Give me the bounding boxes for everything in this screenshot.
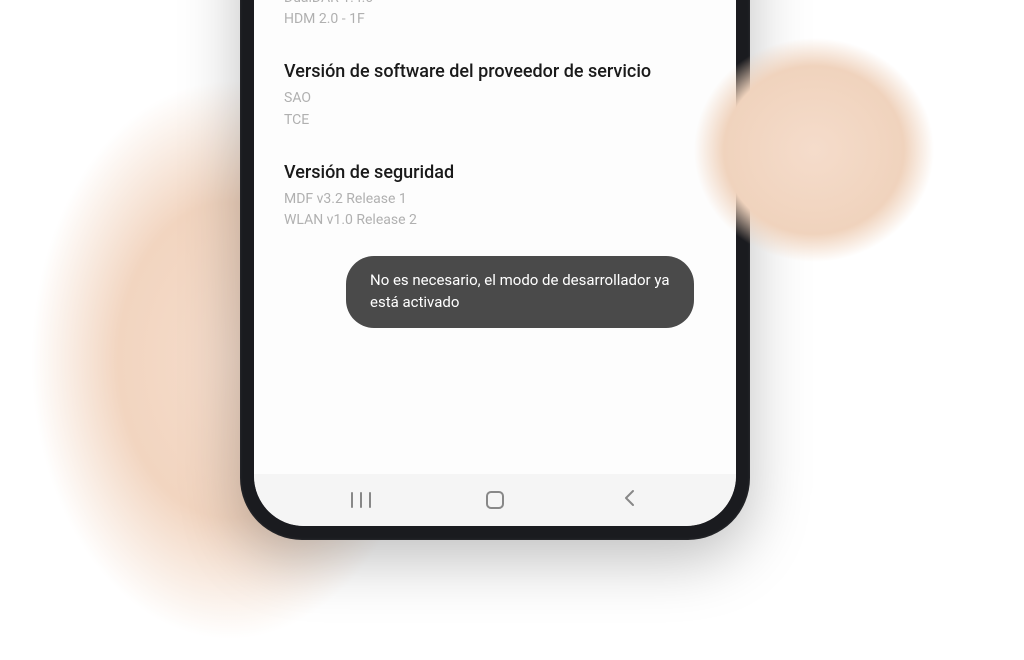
phone-frame: Wed Feb 16 07:12:23 2022 Versión de Knox… — [240, 0, 750, 540]
toast-text: No es necesario, el modo de desarrollado… — [370, 271, 670, 311]
thumb-illustration — [674, 20, 954, 280]
phone-screen: Wed Feb 16 07:12:23 2022 Versión de Knox… — [254, 0, 736, 526]
settings-content[interactable]: Wed Feb 16 07:12:23 2022 Versión de Knox… — [254, 0, 736, 474]
home-icon — [486, 491, 504, 509]
provider-title: Versión de software del proveedor de ser… — [284, 61, 706, 82]
security-version-section[interactable]: Versión de seguridad MDF v3.2 Release 1 … — [284, 162, 706, 232]
knox-line: DualDAR 1.4.0 — [284, 0, 706, 9]
recents-icon — [351, 492, 371, 508]
security-title: Versión de seguridad — [284, 162, 706, 183]
back-button[interactable] — [599, 486, 659, 514]
toast-notification: No es necesario, el modo de desarrollado… — [346, 256, 694, 328]
knox-line: HDM 2.0 - 1F — [284, 9, 706, 31]
navigation-bar — [254, 474, 736, 526]
back-icon — [622, 488, 636, 512]
provider-line: SAO — [284, 88, 706, 110]
security-line: MDF v3.2 Release 1 — [284, 189, 706, 211]
security-line: WLAN v1.0 Release 2 — [284, 210, 706, 232]
recents-button[interactable] — [331, 486, 391, 514]
provider-line: TCE — [284, 110, 706, 132]
home-button[interactable] — [465, 486, 525, 514]
knox-version-section[interactable]: Versión de Knox Knox 3.8 Knox API level … — [284, 0, 706, 31]
provider-version-section[interactable]: Versión de software del proveedor de ser… — [284, 61, 706, 131]
